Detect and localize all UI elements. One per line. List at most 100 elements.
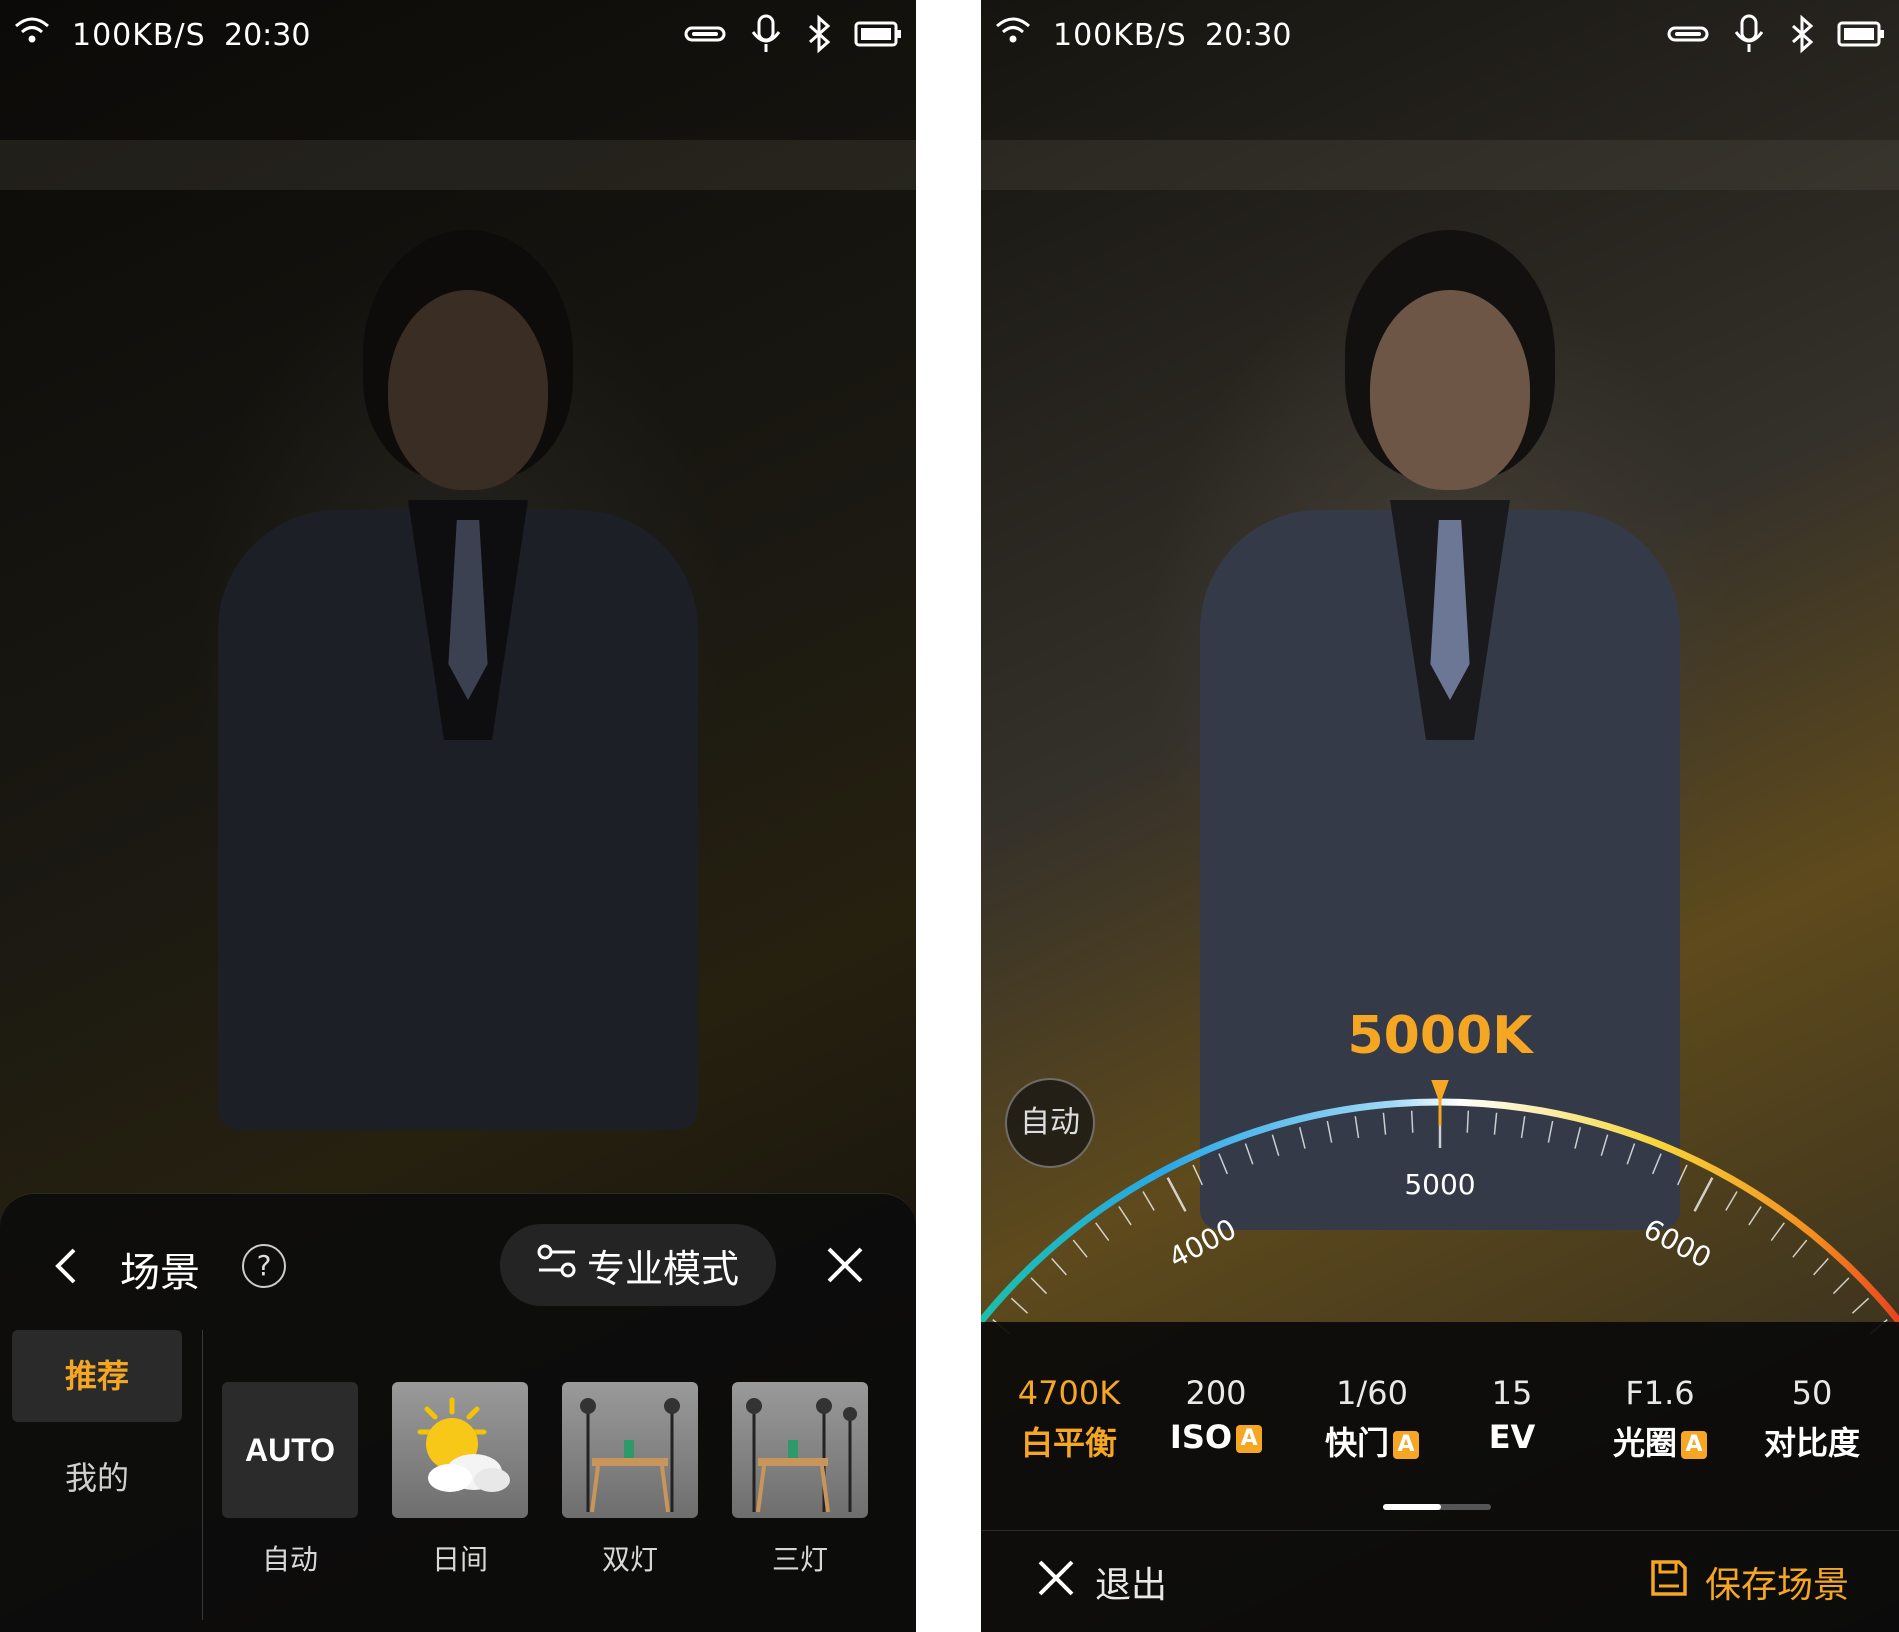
param-shutter[interactable]: 1/60 快门 A — [1307, 1374, 1437, 1464]
scene-card-auto[interactable]: AUTO 自动 — [222, 1382, 358, 1578]
battery-icon — [854, 20, 902, 52]
sliders-icon — [537, 1242, 577, 1289]
auto-badge: A — [1236, 1425, 1263, 1453]
dial-tick — [1410, 1110, 1414, 1133]
person-head — [1370, 290, 1530, 490]
dial-tick — [1676, 1164, 1688, 1186]
scene-thumb-auto: AUTO — [222, 1382, 358, 1518]
clock: 20:30 — [224, 18, 311, 53]
clock: 20:30 — [1205, 18, 1292, 53]
dial-tick — [1547, 1120, 1554, 1143]
kelvin-readout: 5000K — [1347, 1006, 1533, 1066]
wall-molding — [981, 140, 1899, 190]
dial-tick — [1271, 1134, 1280, 1156]
dial-tick — [1382, 1112, 1387, 1135]
exit-button[interactable]: 退出 — [1037, 1556, 1167, 1608]
scene-label: 日间 — [431, 1543, 488, 1576]
scene-card-daytime[interactable]: 日间 — [392, 1382, 528, 1578]
mic-icon — [1731, 14, 1767, 58]
param-label: ISO — [1169, 1418, 1233, 1456]
dial-tick — [1030, 1277, 1048, 1295]
three-lights-setup-icon — [746, 1398, 857, 1513]
scene-category-tabs: 推荐 我的 — [12, 1330, 182, 1524]
dial-ticks — [992, 1110, 1888, 1335]
auto-badge: A — [1681, 1431, 1707, 1459]
dial-tick — [1748, 1206, 1762, 1226]
back-chevron-icon[interactable] — [50, 1246, 80, 1290]
scene-thumb-two-lights — [562, 1382, 698, 1518]
param-label: 对比度 — [1763, 1424, 1860, 1462]
network-speed: 100KB/S — [72, 18, 206, 53]
param-ev[interactable]: 15 EV — [1469, 1374, 1555, 1456]
scene-thumb-daytime — [392, 1382, 528, 1518]
param-scroll-indicator — [1383, 1504, 1491, 1510]
save-icon — [1649, 1558, 1689, 1607]
save-scene-button[interactable]: 保存场景 — [1649, 1556, 1849, 1608]
pro-mode-button[interactable]: 专业模式 — [500, 1224, 776, 1306]
param-aperture[interactable]: F1.6 光圈 A — [1601, 1374, 1719, 1464]
dial-tick-label: 4000 — [1163, 1212, 1241, 1275]
param-value: 15 — [1491, 1374, 1533, 1412]
scene-card-list: AUTO 自动 日间 双灯 三灯 — [222, 1382, 868, 1578]
sheet-title: 场景 — [120, 1250, 200, 1296]
dial-tick — [1354, 1116, 1360, 1139]
dial-tick — [1010, 1297, 1029, 1314]
param-value: 200 — [1185, 1374, 1247, 1412]
help-icon[interactable]: ? — [242, 1244, 286, 1288]
link-icon — [1667, 24, 1709, 48]
scene-thumb-three-lights — [732, 1382, 868, 1518]
scene-card-three-lights[interactable]: 三灯 — [732, 1382, 868, 1578]
person-figure — [178, 230, 738, 1130]
dial-tick — [1651, 1153, 1662, 1175]
dial-tick — [1725, 1191, 1738, 1211]
param-label: EV — [1488, 1418, 1536, 1456]
dial-labels: 4000 5000 6000 — [1163, 1168, 1716, 1275]
dial-tick — [1851, 1297, 1870, 1314]
param-value: 50 — [1791, 1374, 1833, 1412]
network-speed: 100KB/S — [1053, 18, 1187, 53]
wifi-icon — [14, 16, 50, 48]
dial-tick — [1326, 1120, 1333, 1143]
wall-molding — [0, 140, 916, 190]
tab-mine[interactable]: 我的 — [12, 1432, 182, 1524]
phone-screen-white-balance: 100KB/S 20:30 5000K 自动 4000 5000 6000 47… — [981, 0, 1899, 1632]
close-icon — [1037, 1559, 1075, 1606]
dial-tick — [1298, 1126, 1306, 1149]
param-white-balance[interactable]: 4700K 白平衡 — [1009, 1374, 1129, 1464]
phone-screen-scene-picker: 100KB/S 20:30 场景 ? 专业模式 推荐 我的 AUTO 自动 日间… — [0, 0, 916, 1632]
dial-tick — [1072, 1239, 1088, 1258]
tab-recommended[interactable]: 推荐 — [12, 1330, 182, 1422]
scene-label: 三灯 — [771, 1543, 828, 1576]
two-lights-setup-icon — [580, 1398, 680, 1513]
white-balance-dial[interactable]: 4000 5000 6000 — [981, 1080, 1899, 1340]
close-icon[interactable] — [826, 1246, 864, 1288]
dial-tick — [1626, 1143, 1636, 1165]
param-value: 4700K — [1017, 1374, 1121, 1412]
bluetooth-icon — [806, 14, 832, 58]
dial-tick — [1520, 1116, 1526, 1139]
status-bar: 100KB/S 20:30 — [0, 0, 916, 76]
scene-label: 双灯 — [601, 1543, 658, 1576]
dial-tick — [1218, 1153, 1229, 1175]
param-iso[interactable]: 200 ISO A — [1161, 1374, 1271, 1456]
param-value: 1/60 — [1336, 1374, 1408, 1412]
dial-tick — [1166, 1177, 1187, 1212]
save-label: 保存场景 — [1704, 1565, 1849, 1606]
auto-badge: A — [1393, 1431, 1419, 1459]
dial-tick — [1770, 1222, 1785, 1241]
person-head — [388, 290, 548, 490]
param-contrast[interactable]: 50 对比度 — [1757, 1374, 1867, 1464]
panel-divider — [981, 1530, 1899, 1531]
dial-tick — [1118, 1206, 1132, 1226]
battery-icon — [1837, 20, 1885, 52]
dial-tick-label: 5000 — [1404, 1168, 1475, 1201]
dial-tick — [1051, 1257, 1067, 1276]
exit-label: 退出 — [1095, 1565, 1168, 1606]
dial-tick — [1244, 1143, 1254, 1165]
scene-card-two-lights[interactable]: 双灯 — [562, 1382, 698, 1578]
link-icon — [684, 24, 726, 48]
mic-icon — [748, 14, 784, 58]
dial-tick — [1493, 1112, 1498, 1135]
wifi-icon — [995, 16, 1031, 48]
dial-tick — [1095, 1222, 1110, 1241]
